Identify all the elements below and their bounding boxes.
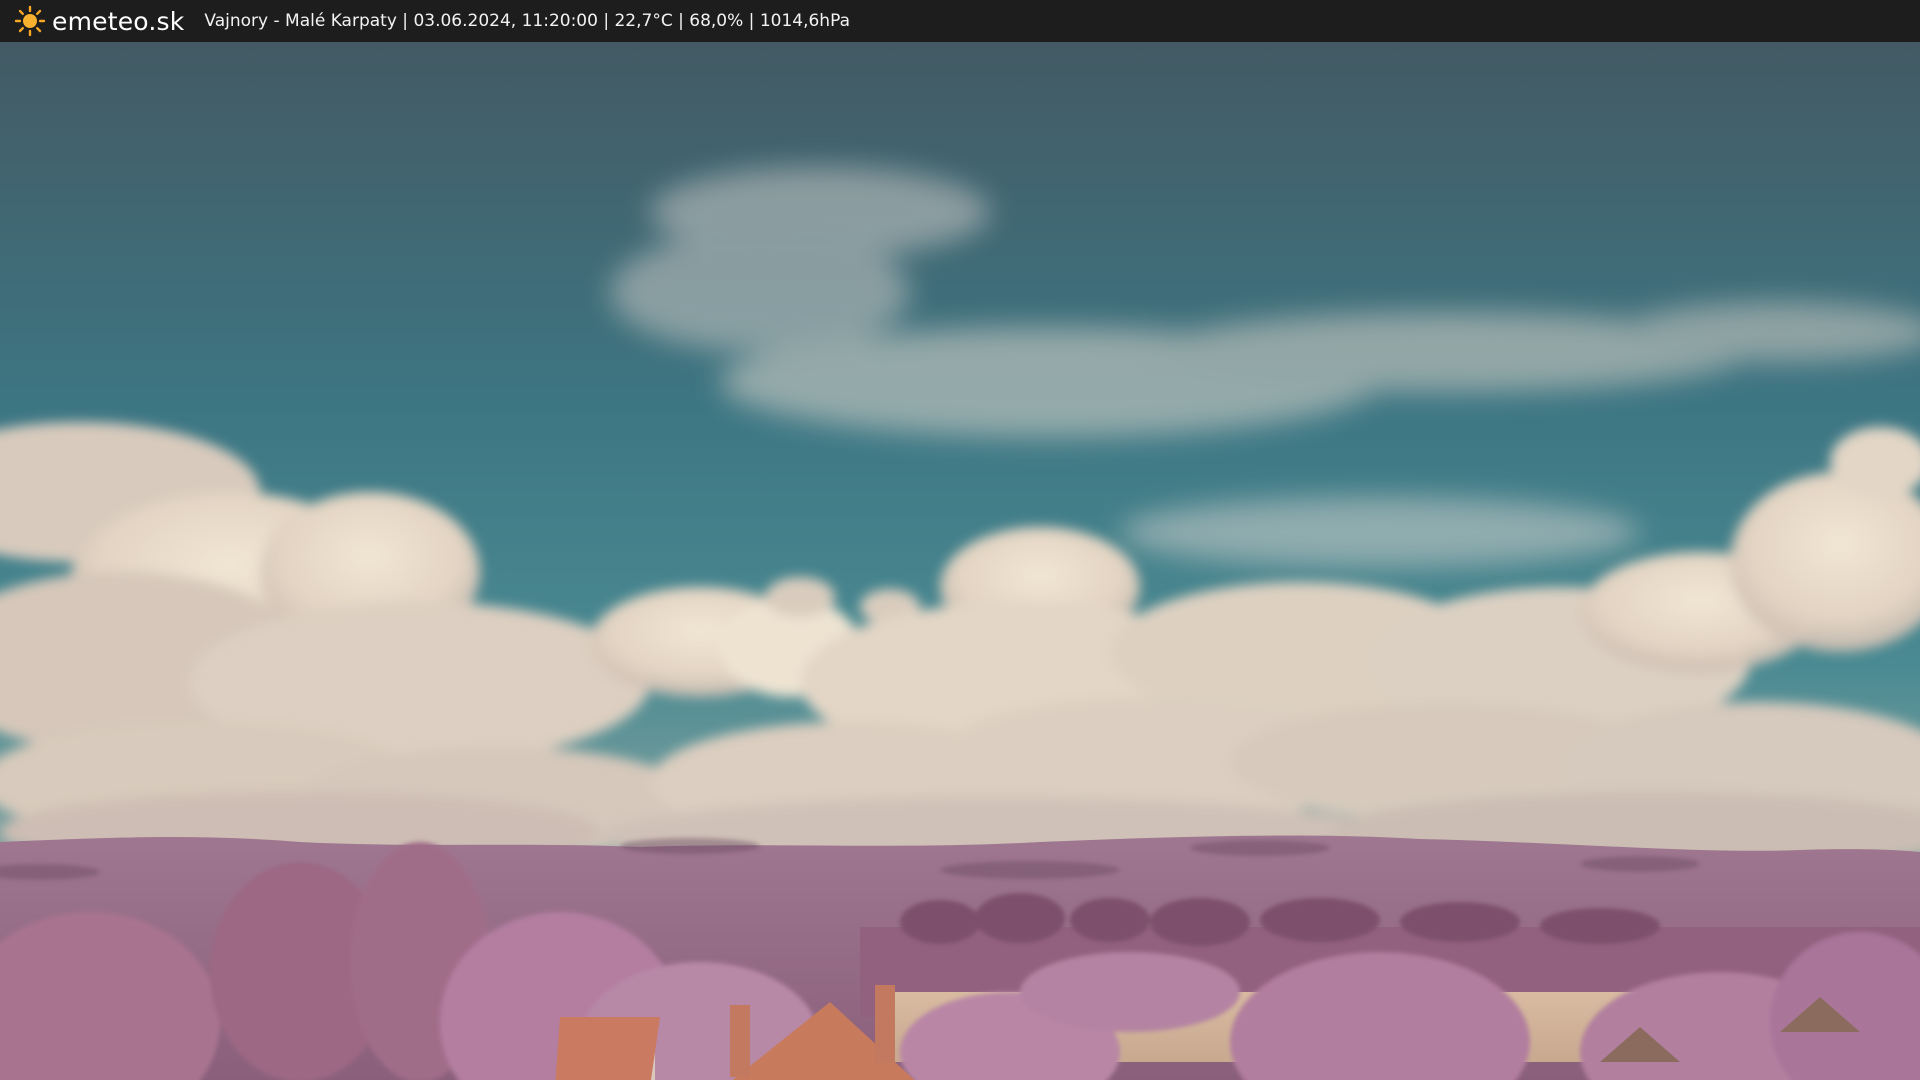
location-text: Vajnory - Malé Karpaty	[204, 11, 397, 31]
house-left	[555, 1017, 660, 1080]
sun-icon	[14, 5, 46, 37]
separator: |	[743, 11, 760, 31]
webcam-image	[0, 42, 1920, 1080]
datetime-text: 03.06.2024, 11:20:00	[413, 11, 598, 31]
temperature-text: 22,7°C	[614, 11, 673, 31]
separator: |	[396, 11, 414, 31]
brand-name[interactable]: emeteo.sk	[52, 7, 184, 36]
logo[interactable]: emeteo.sk	[14, 0, 184, 42]
humidity-text: 68,0%	[689, 11, 744, 31]
separator: |	[672, 11, 690, 31]
separator: |	[597, 11, 615, 31]
webcam-header-bar: emeteo.sk Vajnory - Malé Karpaty | 03.06…	[0, 0, 1920, 42]
pressure-text: 1014,6hPa	[759, 11, 850, 31]
weather-info-line: Vajnory - Malé Karpaty | 03.06.2024, 11:…	[204, 11, 850, 31]
